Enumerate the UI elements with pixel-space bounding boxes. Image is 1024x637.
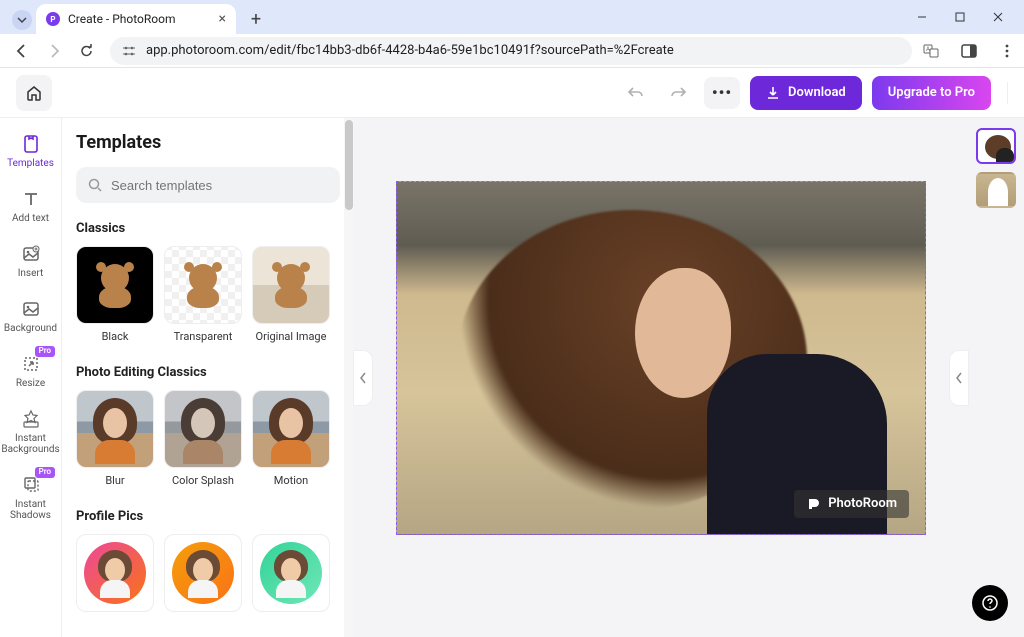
upgrade-label: Upgrade to Pro <box>888 85 975 100</box>
site-settings-icon[interactable] <box>120 42 138 60</box>
app: ••• Download Upgrade to Pro Templates Ad… <box>0 68 1024 637</box>
address-bar: app.photoroom.com/edit/fbc14bb3-db6f-442… <box>0 34 1024 68</box>
canvas[interactable]: PhotoRoom <box>396 181 926 535</box>
rail-label: Add text <box>12 213 49 224</box>
window-controls <box>904 4 1016 30</box>
app-body: Templates Add text Insert Background Pro… <box>0 118 1024 637</box>
section-photo-editing-title: Photo Editing Classics <box>76 365 340 380</box>
forward-button[interactable] <box>40 37 68 65</box>
shadows-icon <box>21 475 41 495</box>
resize-icon <box>21 354 41 374</box>
upgrade-button[interactable]: Upgrade to Pro <box>872 76 991 110</box>
layers-panel <box>968 118 1024 637</box>
browser-tab[interactable]: P Create - PhotoRoom × <box>36 4 236 34</box>
rail-label: Insert <box>18 268 44 279</box>
rail-instant-backgrounds[interactable]: Instant Backgrounds <box>0 399 61 465</box>
layer-background[interactable] <box>976 172 1016 208</box>
template-color-splash[interactable]: Color Splash <box>164 390 242 503</box>
new-tab-button[interactable]: + <box>246 9 266 30</box>
undo-button[interactable] <box>620 77 652 109</box>
minimize-button[interactable] <box>904 4 940 30</box>
download-button[interactable]: Download <box>750 76 862 110</box>
rail-instant-shadows[interactable]: Pro Instant Shadows <box>0 465 61 531</box>
url-text: app.photoroom.com/edit/fbc14bb3-db6f-442… <box>146 43 902 58</box>
redo-button[interactable] <box>662 77 694 109</box>
home-button[interactable] <box>16 75 52 111</box>
tab-dropdown[interactable] <box>12 10 32 30</box>
browser-chrome: P Create - PhotoRoom × + app.photoroom.c… <box>0 0 1024 68</box>
insert-icon <box>21 244 41 264</box>
pro-badge: Pro <box>35 467 55 478</box>
template-profile-1[interactable] <box>76 534 154 612</box>
template-profile-3[interactable] <box>252 534 330 612</box>
favicon: P <box>46 12 60 26</box>
watermark: PhotoRoom <box>794 490 909 518</box>
svg-text:A: A <box>926 46 930 53</box>
browser-menu-icon[interactable] <box>998 42 1016 60</box>
rail-resize[interactable]: Pro Resize <box>0 344 61 399</box>
templates-panel: Templates Classics Black Transparent <box>62 118 354 637</box>
instant-bg-icon <box>21 409 41 429</box>
more-button[interactable]: ••• <box>704 77 740 109</box>
background-icon <box>21 299 41 319</box>
rail-background[interactable]: Background <box>0 289 61 344</box>
maximize-button[interactable] <box>942 4 978 30</box>
back-button[interactable] <box>8 37 36 65</box>
rail-label: Resize <box>16 378 45 389</box>
rail-label: Background <box>4 323 57 334</box>
template-original[interactable]: Original Image <box>252 246 330 359</box>
rail-add-text[interactable]: Add text <box>0 179 61 234</box>
rail-label: Instant Shadows <box>2 499 59 521</box>
rail-templates[interactable]: Templates <box>0 124 61 179</box>
panel-title: Templates <box>76 132 340 153</box>
topbar: ••• Download Upgrade to Pro <box>0 68 1024 118</box>
url-box[interactable]: app.photoroom.com/edit/fbc14bb3-db6f-442… <box>110 37 912 65</box>
template-motion[interactable]: Motion <box>252 390 330 503</box>
template-blur[interactable]: Blur <box>76 390 154 503</box>
template-transparent[interactable]: Transparent <box>164 246 242 359</box>
rail-label: Instant Backgrounds <box>1 433 59 455</box>
photoroom-logo-icon <box>806 496 822 512</box>
templates-icon <box>21 134 41 154</box>
template-profile-2[interactable] <box>164 534 242 612</box>
download-label: Download <box>788 85 846 100</box>
download-icon <box>766 86 780 100</box>
text-icon <box>21 189 41 209</box>
section-classics-title: Classics <box>76 221 340 236</box>
rail-label: Templates <box>7 158 54 169</box>
rail-insert[interactable]: Insert <box>0 234 61 289</box>
side-panel-icon[interactable] <box>960 42 978 60</box>
tab-title: Create - PhotoRoom <box>68 12 211 26</box>
layer-foreground[interactable] <box>976 128 1016 164</box>
help-button[interactable] <box>972 585 1008 621</box>
tab-strip: P Create - PhotoRoom × + <box>0 0 1024 34</box>
template-black[interactable]: Black <box>76 246 154 359</box>
collapse-layers-button[interactable] <box>949 350 969 406</box>
close-window-button[interactable] <box>980 4 1016 30</box>
section-profile-title: Profile Pics <box>76 509 340 524</box>
translate-icon[interactable]: A <box>922 42 940 60</box>
close-icon[interactable]: × <box>219 11 226 27</box>
search-box[interactable] <box>76 167 340 203</box>
divider <box>1007 82 1008 104</box>
search-input[interactable] <box>111 178 328 193</box>
reload-button[interactable] <box>72 37 100 65</box>
canvas-area[interactable]: PhotoRoom <box>354 118 968 637</box>
left-rail: Templates Add text Insert Background Pro… <box>0 118 62 637</box>
pro-badge: Pro <box>35 346 55 357</box>
collapse-panel-button[interactable] <box>353 350 373 406</box>
search-icon <box>88 178 103 193</box>
